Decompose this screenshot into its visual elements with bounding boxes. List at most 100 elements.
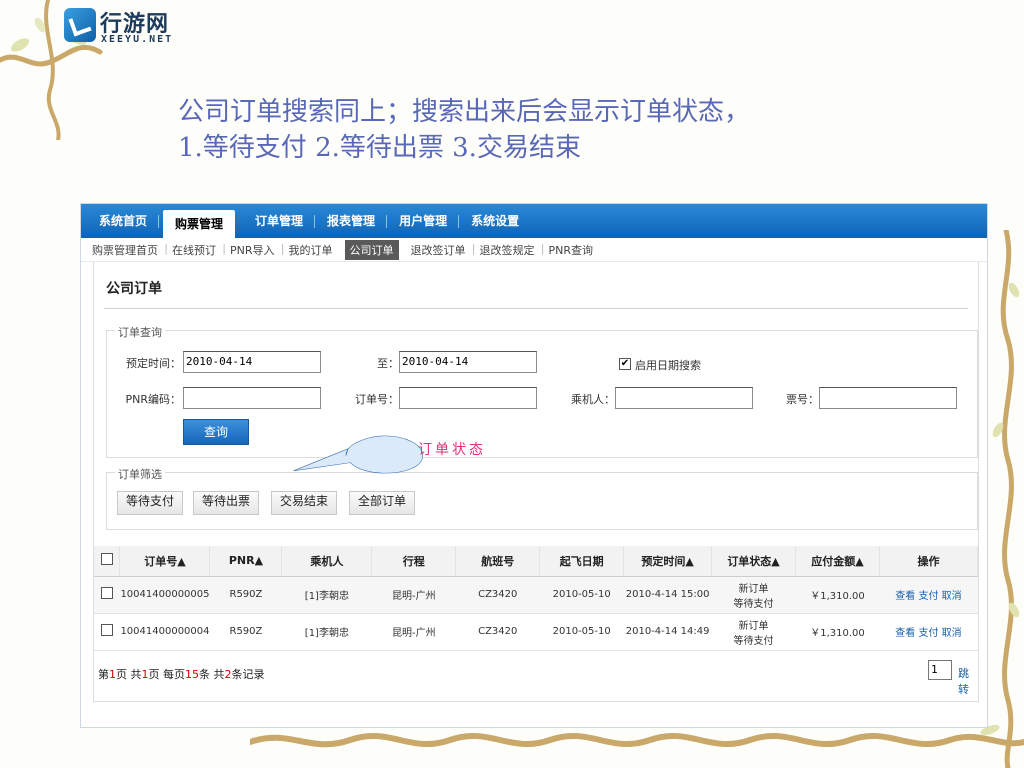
book-time-from-input[interactable]: 2010-04-14: [183, 351, 321, 373]
col-passenger: 乘机人: [281, 546, 373, 577]
order-no-link[interactable]: 10041400000004: [119, 613, 210, 651]
ticket-no-label: 票号：: [786, 393, 819, 406]
status-line-2: 等待支付: [733, 635, 774, 647]
col-book-time[interactable]: 预定时间▲: [623, 546, 713, 577]
filter-awaiting-payment-button[interactable]: 等待支付: [117, 491, 184, 515]
col-order-status[interactable]: 订单状态▲: [711, 546, 797, 577]
logo-domain: XEEYU.NET: [101, 34, 174, 45]
pnr-label: PNR编码：: [125, 393, 181, 406]
sub-nav: 购票管理首页 在线预订 PNR导入 我的订单 公司订单 退改签订单 退改签规定 …: [81, 238, 987, 262]
slide: 行游网 XEEYU.NET 公司订单搜索同上；搜索出来后会显示订单状态， 1.等…: [0, 0, 1024, 768]
flight-cell: CZ3420: [455, 576, 540, 614]
passenger-cell: [1]李朝忠: [281, 576, 372, 614]
actions-cell: 查看 支付 取消: [879, 576, 978, 614]
topnav-home[interactable]: 系统首页: [87, 204, 160, 238]
cancel-link[interactable]: 取消: [942, 628, 962, 639]
book-time-to-input[interactable]: 2010-04-14: [399, 351, 537, 373]
topnav-ticketing[interactable]: 购票管理: [163, 210, 236, 238]
order-status-cell: 新订单 等待支付: [711, 613, 796, 651]
select-all-checkbox[interactable]: [100, 553, 113, 566]
app-window: 系统首页 购票管理 订单管理 报表管理 用户管理 系统设置 购票管理首页 在线预…: [80, 203, 988, 728]
passenger-label: 乘机人：: [571, 393, 615, 406]
route-cell: 昆明-广州: [371, 613, 456, 651]
col-actions: 操作: [879, 546, 979, 577]
pager-text: 条 共: [199, 668, 225, 681]
date-search-label: 启用日期搜索: [635, 359, 701, 372]
subnav-pnr-import[interactable]: PNR导入: [223, 242, 284, 258]
pay-link[interactable]: 支付: [918, 591, 938, 602]
vine-decoration-right: [992, 230, 1020, 768]
pnr-input[interactable]: [183, 387, 321, 409]
pay-link[interactable]: 支付: [918, 628, 938, 639]
row-checkbox[interactable]: [100, 624, 113, 636]
topnav-users[interactable]: 用户管理: [387, 204, 460, 238]
depart-date-cell: 2010-05-10: [539, 613, 624, 651]
topnav-settings[interactable]: 系统设置: [459, 204, 531, 238]
order-query-box: 订单查询 预定时间： 2010-04-14 至： 2010-04-14 ✔ 启用…: [106, 324, 978, 458]
route-cell: 昆明-广州: [371, 576, 456, 614]
subnav-refund-rules[interactable]: 退改签规定: [473, 242, 545, 258]
topnav-orders[interactable]: 订单管理: [243, 204, 316, 238]
current-page: 1: [109, 668, 116, 681]
order-filter-box: 订单筛选 等待支付 等待出票 交易结束 全部订单: [106, 466, 978, 530]
heading-line-2: 1.等待支付 2.等待出票 3.交易结束: [178, 133, 581, 163]
to-label: 至：: [377, 357, 399, 370]
search-button[interactable]: 查询: [183, 419, 249, 445]
subnav-company-orders[interactable]: 公司订单: [344, 239, 399, 260]
topnav-reports[interactable]: 报表管理: [315, 204, 388, 238]
orders-table: 订单号▲ PNR▲ 乘机人 行程 航班号 起飞日期 预定时间▲ 订单状态▲ 应付…: [94, 546, 979, 651]
col-amount[interactable]: 应付金额▲: [795, 546, 880, 577]
per-page: 15: [185, 668, 199, 681]
row-checkbox-cell: [94, 576, 120, 614]
order-no-input[interactable]: [399, 387, 537, 409]
depart-date-cell: 2010-05-10: [539, 576, 624, 614]
col-pnr[interactable]: PNR▲: [209, 546, 283, 577]
order-status-cell: 新订单 等待支付: [711, 576, 796, 614]
col-depart-date: 起飞日期: [539, 546, 625, 577]
filter-all-orders-button[interactable]: 全部订单: [349, 491, 416, 515]
query-legend: 订单查询: [115, 324, 165, 340]
subnav-online-booking[interactable]: 在线预订: [165, 242, 226, 258]
book-time-cell: 2010-4-14 14:49: [623, 613, 712, 651]
table-row: 10041400000005 R590Z [1]李朝忠 昆明-广州 CZ3420…: [94, 576, 978, 614]
filter-completed-button[interactable]: 交易结束: [271, 491, 338, 515]
filter-legend: 订单筛选: [115, 466, 165, 482]
cancel-link[interactable]: 取消: [942, 591, 962, 602]
subnav-refund-orders[interactable]: 退改签订单: [404, 242, 476, 258]
view-link[interactable]: 查看: [895, 628, 915, 639]
order-no-link[interactable]: 10041400000005: [119, 576, 210, 614]
subnav-pnr-query[interactable]: PNR查询: [542, 242, 601, 258]
row-checkbox-cell: [94, 613, 120, 651]
amount-cell: ￥1,310.00: [795, 613, 880, 651]
book-time-cell: 2010-4-14 15:00: [623, 576, 712, 614]
pager-text: 页 共: [116, 668, 142, 681]
title-divider: [104, 308, 968, 309]
ticket-no-input[interactable]: [819, 387, 957, 409]
subnav-my-orders[interactable]: 我的订单: [282, 242, 340, 258]
company-orders-panel: 公司订单 订单查询 预定时间： 2010-04-14 至： 2010-04-14…: [93, 262, 979, 702]
go-to-page-button[interactable]: 跳转: [958, 665, 978, 697]
pager-text: 条记录: [231, 668, 265, 681]
col-order-no[interactable]: 订单号▲: [119, 546, 211, 577]
xeeyu-logo: 行游网 XEEYU.NET: [64, 4, 184, 48]
logo-mark-icon: [64, 8, 96, 42]
amount-cell: ￥1,310.00: [795, 576, 880, 614]
page-count: 1: [141, 668, 149, 681]
view-link[interactable]: 查看: [895, 591, 915, 602]
page-number-input[interactable]: 1: [928, 660, 952, 680]
slide-heading: 公司订单搜索同上；搜索出来后会显示订单状态， 1.等待支付 2.等待出票 3.交…: [178, 94, 978, 166]
total-records: 2: [224, 668, 232, 681]
subnav-ticket-home[interactable]: 购票管理首页: [85, 242, 168, 258]
row-checkbox[interactable]: [100, 587, 113, 599]
pager-text: 第: [98, 668, 109, 681]
passenger-input[interactable]: [615, 387, 753, 409]
date-search-checkbox[interactable]: ✔: [619, 358, 631, 370]
status-line-1: 新订单: [738, 620, 769, 632]
actions-cell: 查看 支付 取消: [879, 613, 978, 651]
book-time-label: 预定时间：: [126, 357, 181, 370]
col-flight: 航班号: [455, 546, 541, 577]
callout-bubble: [293, 435, 423, 474]
pager-text: 页 每页: [148, 668, 186, 681]
status-line-1: 新订单: [738, 583, 769, 595]
filter-awaiting-ticketing-button[interactable]: 等待出票: [193, 491, 260, 515]
